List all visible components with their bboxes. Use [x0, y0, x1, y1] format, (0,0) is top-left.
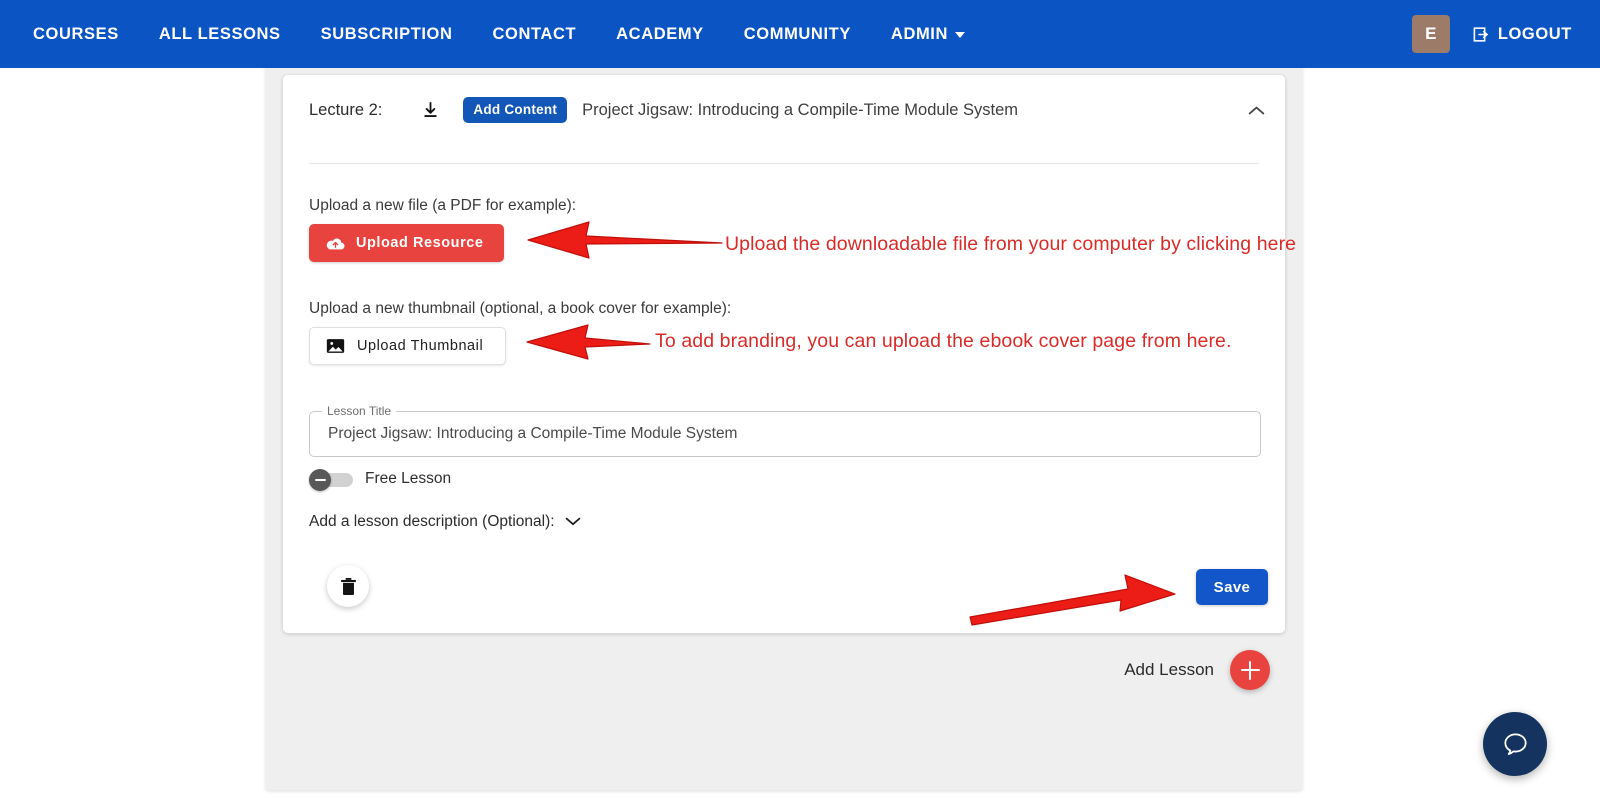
chat-bubble-icon [1503, 732, 1527, 755]
free-lesson-row: Free Lesson [309, 469, 452, 491]
upload-resource-label: Upload Resource [356, 235, 484, 251]
nav-item-contact[interactable]: CONTACT [493, 25, 577, 44]
help-chat-button[interactable] [1483, 712, 1547, 776]
nav-item-community[interactable]: COMMUNITY [744, 25, 851, 44]
upload-thumbnail-label: Upload a new thumbnail (optional, a book… [309, 300, 732, 317]
save-button[interactable]: Save [1196, 569, 1268, 605]
lecture-number-label: Lecture 2: [309, 100, 383, 119]
free-lesson-toggle[interactable] [309, 469, 353, 491]
add-lesson-row: Add Lesson [1124, 650, 1270, 690]
navbar-right: E LOGOUT [1411, 15, 1572, 53]
chevron-down-icon [955, 32, 965, 38]
cloud-upload-icon [326, 237, 345, 249]
upload-thumbnail-label: Upload Thumbnail [357, 338, 484, 354]
chevron-up-icon[interactable] [1248, 105, 1265, 116]
lesson-description-label: Add a lesson description (Optional): [309, 513, 555, 530]
nav-item-courses[interactable]: COURSES [33, 25, 119, 44]
logout-icon [1473, 26, 1489, 42]
upload-resource-button[interactable]: Upload Resource [309, 224, 504, 262]
free-lesson-label: Free Lesson [365, 470, 452, 487]
upload-file-label: Upload a new file (a PDF for example): [309, 197, 577, 214]
nav-item-admin-label: ADMIN [890, 24, 948, 43]
logout-label: LOGOUT [1497, 24, 1572, 43]
nav-links: COURSES ALL LESSONS SUBSCRIPTION CONTACT… [33, 25, 965, 44]
plus-icon-vertical [1248, 660, 1252, 680]
minus-icon [314, 479, 326, 481]
lecture-2-card: Lecture 2: Add Content Project Jigsaw: I… [283, 75, 1285, 633]
download-icon[interactable] [422, 101, 439, 119]
trash-icon [340, 577, 356, 595]
lecture-title-text: Project Jigsaw: Introducing a Compile-Ti… [582, 100, 1019, 119]
avatar[interactable]: E [1411, 15, 1450, 53]
add-lesson-button[interactable] [1230, 650, 1270, 690]
nav-item-all-lessons[interactable]: ALL LESSONS [159, 25, 281, 44]
nav-item-academy[interactable]: ACADEMY [616, 25, 704, 44]
chevron-down-icon [565, 513, 581, 531]
lesson-title-field[interactable]: Lesson Title Project Jigsaw: Introducing… [309, 403, 1261, 457]
course-lessons-panel: Lecture 2: Add Content Project Jigsaw: I… [266, 46, 1302, 790]
lesson-title-input[interactable]: Project Jigsaw: Introducing a Compile-Ti… [328, 411, 1249, 457]
header-divider [309, 163, 1259, 164]
upload-thumbnail-button[interactable]: Upload Thumbnail [309, 327, 507, 365]
nav-item-subscription[interactable]: SUBSCRIPTION [321, 25, 453, 44]
add-lesson-label[interactable]: Add Lesson [1124, 660, 1214, 680]
lesson-description-expander[interactable]: Add a lesson description (Optional): [309, 513, 581, 531]
lecture-header-row: Lecture 2: Add Content Project Jigsaw: I… [309, 87, 1267, 133]
logout-button[interactable]: LOGOUT [1472, 25, 1572, 44]
add-content-button[interactable]: Add Content [463, 97, 568, 123]
delete-lesson-button[interactable] [327, 565, 369, 607]
top-navbar: COURSES ALL LESSONS SUBSCRIPTION CONTACT… [0, 0, 1600, 68]
image-icon [326, 339, 345, 353]
toggle-knob [309, 469, 331, 491]
page-content: Lecture 2: Add Content Project Jigsaw: I… [0, 46, 1600, 802]
nav-item-admin[interactable]: ADMIN [891, 25, 965, 44]
